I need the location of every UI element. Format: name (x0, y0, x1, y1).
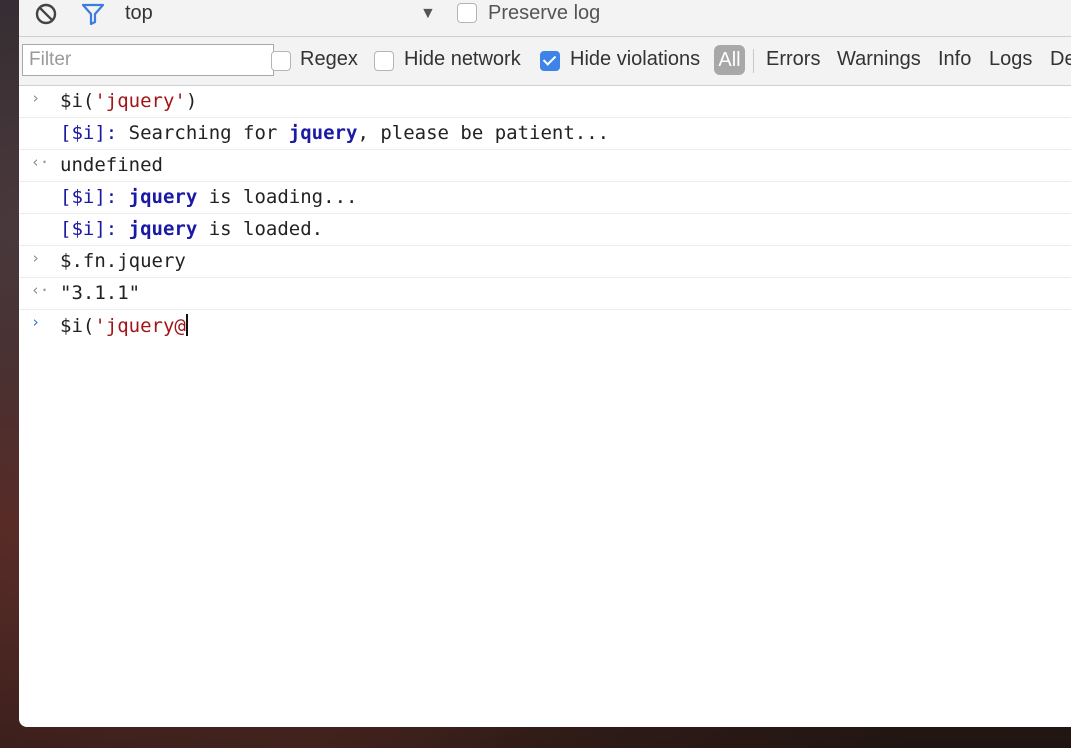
console-code[interactable]: $.fn.jquery (60, 250, 186, 272)
level-warnings-button[interactable]: Warnings (837, 48, 921, 71)
filter-icon[interactable] (81, 3, 105, 25)
hide-network-checkbox[interactable] (374, 51, 394, 71)
hide-violations-label[interactable]: Hide violations (570, 48, 700, 71)
level-debug-button[interactable]: De (1050, 48, 1071, 71)
regex-label[interactable]: Regex (300, 48, 358, 71)
console-toolbar: top ▼ Preserve log (19, 0, 1071, 37)
hide-violations-checkbox[interactable] (540, 51, 560, 71)
text-cursor (185, 314, 188, 336)
result-arrow-icon: ‹· (31, 281, 50, 299)
level-errors-button[interactable]: Errors (766, 48, 820, 71)
toolbar-divider (753, 49, 754, 73)
filter-input[interactable] (22, 44, 274, 76)
console-input-entry: › $i('jquery') (19, 86, 1071, 118)
console-result-entry: ‹· "3.1.1" (19, 278, 1071, 310)
prompt-chevron-icon: › (31, 313, 41, 331)
console-input-entry: › $.fn.jquery (19, 246, 1071, 278)
log-message: [$i]: jquery is loaded. (60, 218, 324, 240)
console-log-entry: [$i]: Searching for jquery, please be pa… (19, 118, 1071, 150)
console-code[interactable]: $i('jquery') (60, 90, 197, 112)
console-result-entry: ‹· undefined (19, 150, 1071, 182)
level-info-button[interactable]: Info (938, 48, 971, 71)
console-log-entry: [$i]: jquery is loading... (19, 182, 1071, 214)
result-value: "3.1.1" (60, 282, 141, 304)
context-selector[interactable]: top (125, 2, 153, 25)
result-arrow-icon: ‹· (31, 153, 50, 171)
console-prompt-input[interactable]: › $i('jquery@ (19, 310, 1071, 341)
level-all-button[interactable]: All (714, 45, 745, 75)
prompt-chevron-icon: › (31, 89, 41, 107)
log-message: [$i]: jquery is loading... (60, 186, 358, 208)
console-messages: › $i('jquery') [$i]: Searching for jquer… (19, 86, 1071, 341)
level-logs-button[interactable]: Logs (989, 48, 1032, 71)
clear-console-icon[interactable] (35, 3, 57, 25)
hide-network-label[interactable]: Hide network (404, 48, 521, 71)
prompt-chevron-icon: › (31, 249, 41, 267)
filter-bar: Regex Hide network Hide violations All E… (19, 37, 1071, 86)
result-value: undefined (60, 154, 163, 176)
console-log-entry: [$i]: jquery is loaded. (19, 214, 1071, 246)
log-message: [$i]: Searching for jquery, please be pa… (60, 122, 610, 144)
console-input-text[interactable]: $i('jquery@ (60, 314, 188, 337)
regex-checkbox[interactable] (271, 51, 291, 71)
chevron-down-icon[interactable]: ▼ (420, 5, 436, 23)
preserve-log-label[interactable]: Preserve log (488, 2, 600, 25)
preserve-log-checkbox[interactable] (457, 3, 477, 23)
devtools-console-panel: top ▼ Preserve log Regex Hide network Hi… (19, 0, 1071, 727)
